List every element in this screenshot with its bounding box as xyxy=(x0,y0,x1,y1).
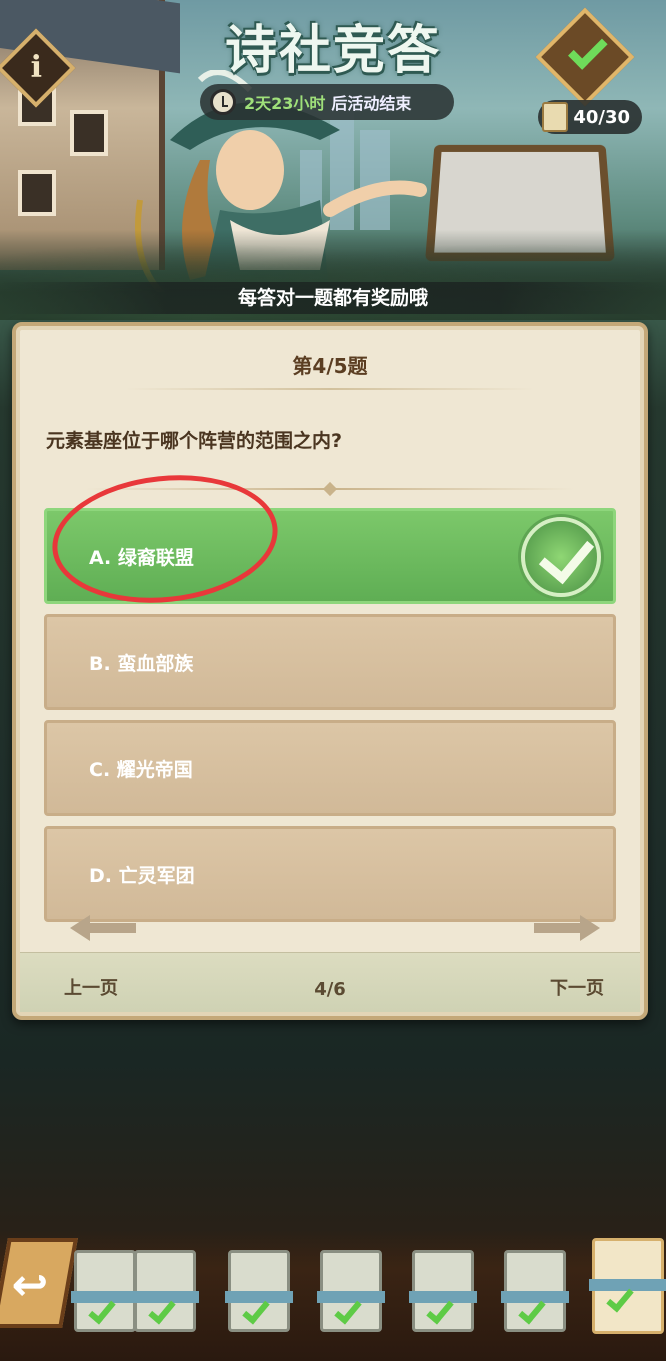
question-card-tab[interactable] xyxy=(131,1250,199,1332)
reward-banner: 每答对一题都有奖励哦 xyxy=(0,282,666,314)
answer-option-b[interactable]: B. 蛮血部族 xyxy=(44,614,616,710)
question-card-tab[interactable] xyxy=(409,1250,477,1332)
divider xyxy=(126,388,534,390)
correct-check-icon xyxy=(521,517,601,597)
counter-value: 40/30 xyxy=(573,106,630,128)
timer-remaining: 2天23小时 xyxy=(244,94,326,113)
question-progress: 第4/5题 xyxy=(292,354,368,378)
question-text: 元素基座位于哪个阵营的范围之内? xyxy=(46,430,343,452)
arrow-right-icon[interactable] xyxy=(532,913,602,943)
option-label: C. 耀光帝国 xyxy=(89,758,193,781)
back-arrow-icon: ↩ xyxy=(11,1260,49,1311)
arrow-left-icon[interactable] xyxy=(68,913,138,943)
answer-option-c[interactable]: C. 耀光帝国 xyxy=(44,720,616,816)
question-card-tab[interactable] xyxy=(71,1250,139,1332)
checkmark-icon xyxy=(568,30,608,70)
option-label: D. 亡灵军团 xyxy=(89,864,195,887)
event-timer: 2天23小时 后活动结束 xyxy=(200,84,454,120)
question-card-tab-active[interactable] xyxy=(589,1238,666,1334)
answer-option-d[interactable]: D. 亡灵军团 xyxy=(44,826,616,922)
pagination-bar: 上一页 4/6 下一页 xyxy=(20,915,640,1012)
question-card-tab[interactable] xyxy=(317,1250,385,1332)
question-card-tab[interactable] xyxy=(225,1250,293,1332)
page-indicator: 4/6 xyxy=(314,979,346,1000)
next-page-button[interactable]: 下一页 xyxy=(550,974,604,1000)
question-card-tab[interactable] xyxy=(501,1250,569,1332)
answer-counter: 40/30 xyxy=(538,100,642,134)
option-label: B. 蛮血部族 xyxy=(89,652,194,675)
scroll-icon xyxy=(542,102,568,132)
timer-suffix: 后活动结束 xyxy=(331,94,412,113)
clock-icon xyxy=(210,89,236,115)
quiz-panel: 第4/5题 元素基座位于哪个阵营的范围之内? A. 绿裔联盟 B. 蛮血部族 C… xyxy=(12,322,648,1020)
info-icon: i xyxy=(30,50,43,86)
